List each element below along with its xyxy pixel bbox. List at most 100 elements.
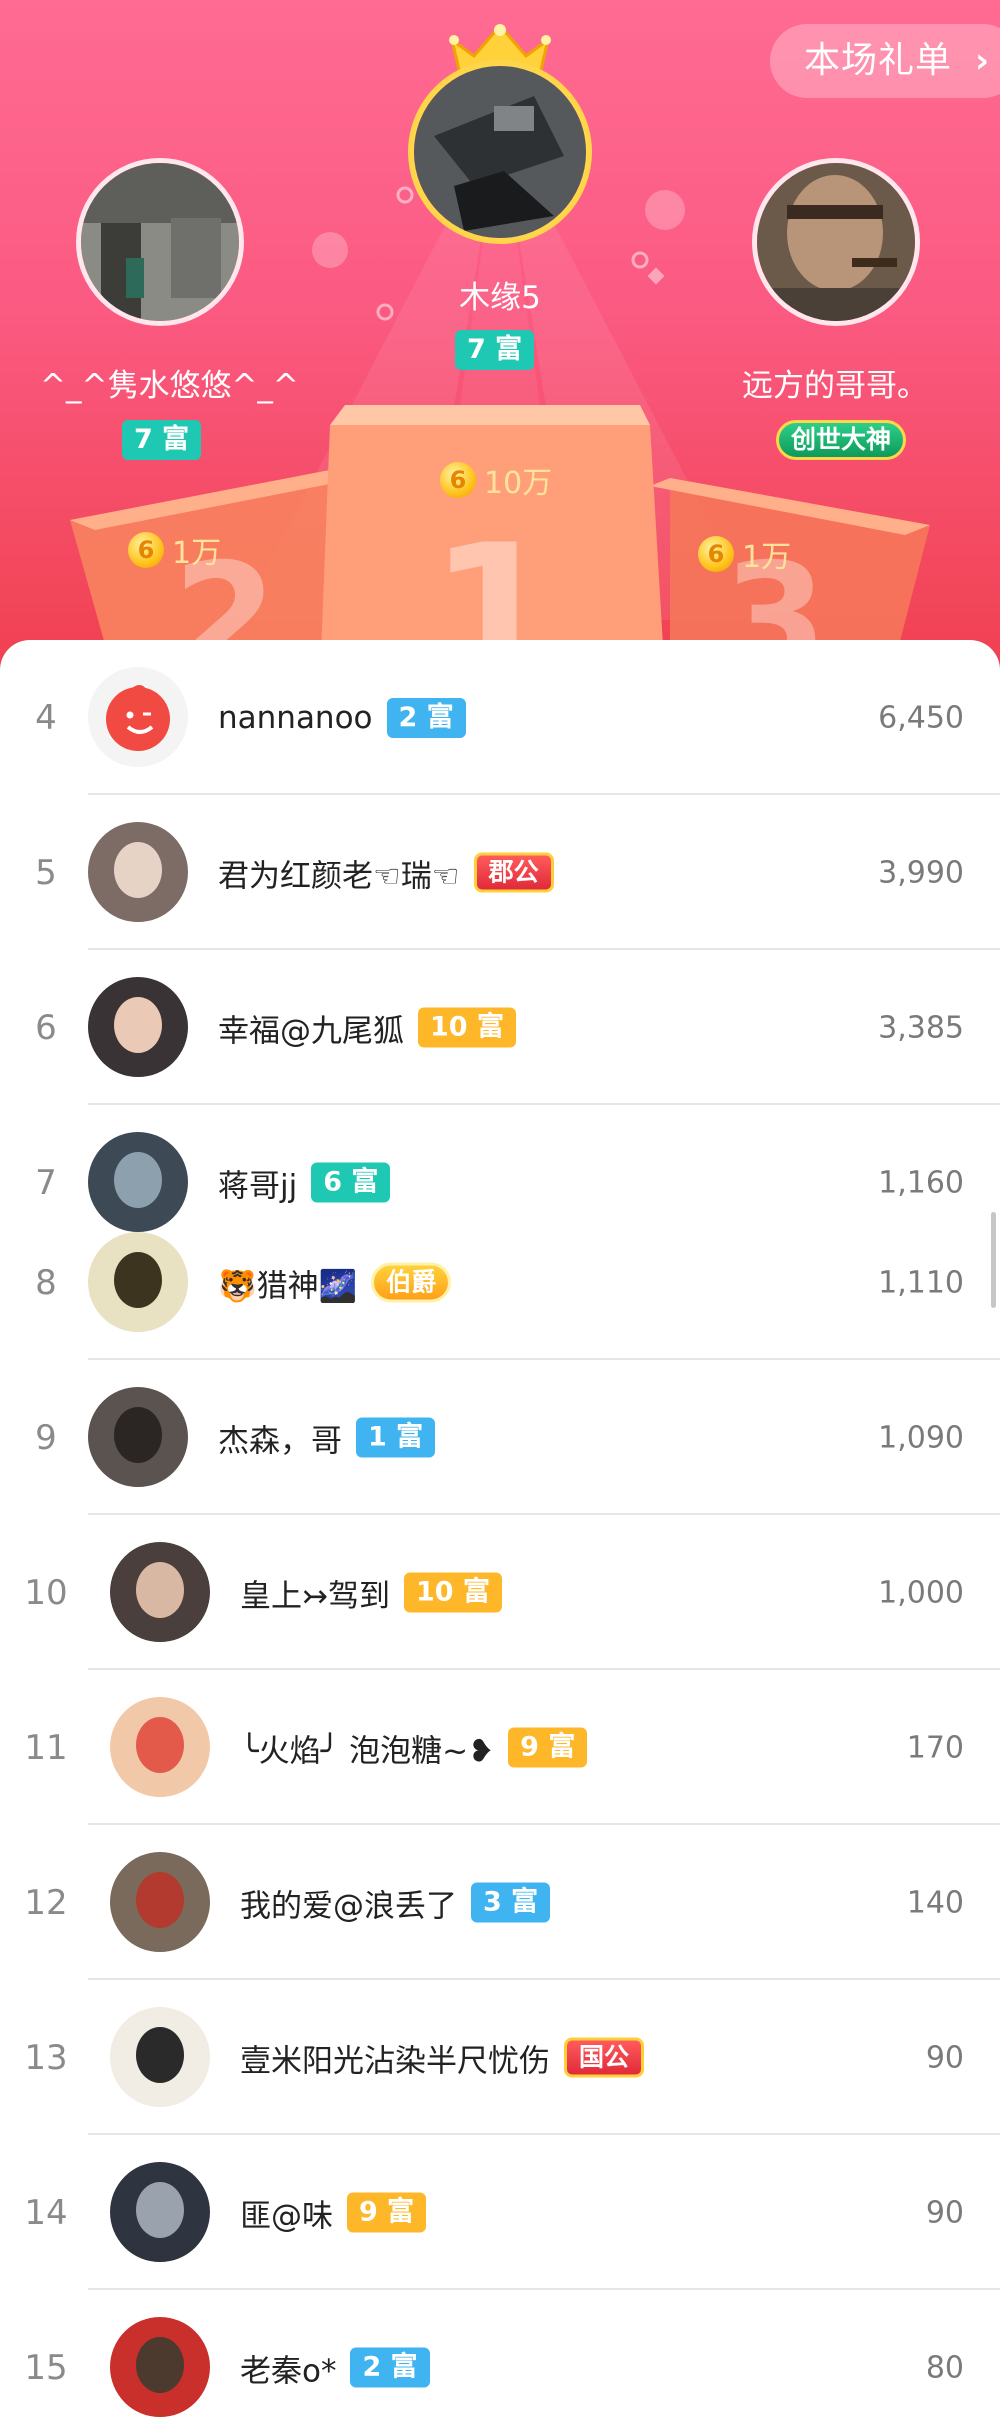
rank-number: 5 <box>35 852 57 893</box>
user-name: 壹米阳光沾染半尺忧伤 <box>240 2043 550 2079</box>
avatar-image <box>110 2317 210 2417</box>
user-avatar[interactable] <box>110 2162 210 2262</box>
leaderboard-row[interactable]: 6 幸福@九尾狐 10 富 3,385 <box>0 950 1000 1105</box>
leaderboard-row[interactable]: 13 壹米阳光沾染半尺忧伤 国公 90 <box>0 1980 1000 2135</box>
user-info: 匪@味 9 富 <box>240 2190 427 2235</box>
coin-icon: 6 <box>128 532 164 568</box>
avatar-image <box>110 1697 210 1797</box>
user-avatar[interactable] <box>88 977 188 1077</box>
second-place-avatar[interactable] <box>76 158 244 326</box>
user-name: 我的爱@浪丢了 <box>240 1888 457 1924</box>
first-place-amount: 6 10万 <box>440 458 552 502</box>
user-badge: 郡公 <box>473 852 554 893</box>
user-badge: 2 富 <box>386 697 466 738</box>
avatar-image <box>757 163 915 321</box>
user-score: 1,160 <box>878 1165 964 1200</box>
avatar-image <box>110 2162 210 2262</box>
third-place-badge-wrap: 创世大神 <box>776 420 907 460</box>
rank-number: 6 <box>35 1007 57 1048</box>
user-avatar[interactable] <box>110 2007 210 2107</box>
user-info: 幸福@九尾狐 10 富 <box>218 1005 516 1050</box>
user-badge: 2 富 <box>350 2347 430 2388</box>
user-info: 🐯猎神🌌 伯爵 <box>218 1260 452 1305</box>
rank-number: 13 <box>24 2037 68 2078</box>
leaderboard-row[interactable]: 5 君为红颜老☜瑞☜ 郡公 3,990 <box>0 795 1000 950</box>
user-info: 皇上↣驾到 10 富 <box>240 1570 502 1615</box>
leaderboard-row[interactable]: 15 老秦o* 2 富 80 <box>0 2290 1000 2424</box>
third-place-name: 远方的哥哥。 <box>742 368 928 404</box>
user-score: 1,000 <box>878 1575 964 1610</box>
user-avatar[interactable] <box>88 1232 188 1332</box>
third-place-avatar[interactable] <box>752 158 920 326</box>
avatar-image <box>110 1852 210 1952</box>
rank-number: 11 <box>24 1727 68 1768</box>
user-score: 90 <box>925 2040 964 2075</box>
podium-header: 2 1 3 本场礼单 › 木缘5 7 富 6 10万 ^_^隽水悠悠^_^ 7 … <box>0 0 1000 680</box>
user-avatar[interactable] <box>88 822 188 922</box>
leaderboard-row[interactable]: 9 杰森，哥 1 富 1,090 <box>0 1360 1000 1515</box>
leaderboard-row[interactable]: 10 皇上↣驾到 10 富 1,000 <box>0 1515 1000 1670</box>
user-info: ╰火焰╯ 泡泡糖~❥ 9 富 <box>240 1725 588 1770</box>
user-badge: 9 富 <box>508 1727 588 1768</box>
user-score: 3,385 <box>878 1010 964 1045</box>
user-score: 80 <box>925 2350 964 2385</box>
user-score: 3,990 <box>878 855 964 890</box>
avatar-image <box>88 1387 188 1487</box>
leaderboard-row[interactable]: 12 我的爱@浪丢了 3 富 140 <box>0 1825 1000 1980</box>
rank-number: 9 <box>35 1417 57 1458</box>
user-badge: 伯爵 <box>371 1262 452 1303</box>
leaderboard-row[interactable]: 14 匪@味 9 富 90 <box>0 2135 1000 2290</box>
user-badge: 9 富 <box>347 2192 427 2233</box>
rank-title-badge: 创世大神 <box>776 420 907 460</box>
avatar-image <box>88 822 188 922</box>
third-place-amount-value: 1万 <box>742 540 792 575</box>
user-name: 老秦o* <box>240 2353 337 2389</box>
user-name: ╰火焰╯ 泡泡糖~❥ <box>240 1733 495 1769</box>
leaderboard-row[interactable]: 4 nannanoo 2 富 6,450 <box>0 640 1000 795</box>
rank-number: 14 <box>24 2192 68 2233</box>
user-avatar[interactable] <box>110 1852 210 1952</box>
user-name: 杰森，哥 <box>218 1423 342 1459</box>
user-avatar[interactable] <box>110 1542 210 1642</box>
leaderboard-row[interactable]: 11 ╰火焰╯ 泡泡糖~❥ 9 富 170 <box>0 1670 1000 1825</box>
rank-number: 15 <box>24 2347 68 2388</box>
user-name: nannanoo <box>218 699 373 736</box>
user-name: 蒋哥jj <box>218 1168 298 1204</box>
leaderboard-list[interactable]: 4 nannanoo 2 富 6,450 5 君为红颜老☜瑞☜ 郡公 3,990 6 幸福@九尾狐… <box>0 640 1000 2424</box>
avatar-image <box>81 163 239 321</box>
user-info: 老秦o* 2 富 <box>240 2345 430 2390</box>
avatar-image <box>414 66 586 238</box>
rank-number: 12 <box>24 1882 68 1923</box>
user-avatar[interactable] <box>110 1697 210 1797</box>
user-avatar[interactable] <box>88 667 188 767</box>
coin-icon: 6 <box>440 462 476 498</box>
avatar-image <box>88 977 188 1077</box>
second-place-badge-wrap: 7 富 <box>122 420 202 460</box>
coin-icon: 6 <box>698 536 734 572</box>
user-avatar[interactable] <box>110 2317 210 2417</box>
user-badge: 6 富 <box>311 1162 391 1203</box>
user-score: 1,110 <box>878 1265 964 1300</box>
user-score: 170 <box>906 1730 964 1765</box>
leaderboard-row[interactable]: 8 🐯猎神🌌 伯爵 1,110 <box>0 1205 1000 1360</box>
smiley-icon <box>106 685 170 751</box>
user-name: 🐯猎神🌌 <box>218 1268 358 1304</box>
user-badge: 10 富 <box>403 1572 502 1613</box>
user-info: 壹米阳光沾染半尺忧伤 国公 <box>240 2035 645 2080</box>
rank-number: 10 <box>24 1572 68 1613</box>
first-place-avatar[interactable] <box>408 60 592 244</box>
avatar-image <box>110 2007 210 2107</box>
third-place-amount: 6 1万 <box>698 532 791 576</box>
avatar-image <box>110 1542 210 1642</box>
user-name: 皇上↣驾到 <box>240 1578 390 1614</box>
wealth-badge: 7 富 <box>455 330 535 370</box>
second-place-amount: 6 1万 <box>128 528 221 572</box>
user-avatar[interactable] <box>88 1387 188 1487</box>
gift-list-button[interactable]: 本场礼单 › <box>770 24 1000 98</box>
first-place-badge-wrap: 7 富 <box>455 330 535 370</box>
user-info: 杰森，哥 1 富 <box>218 1415 436 1460</box>
user-badge: 1 富 <box>356 1417 436 1458</box>
user-score: 90 <box>925 2195 964 2230</box>
user-badge: 3 富 <box>471 1882 551 1923</box>
scrollbar[interactable] <box>991 1212 996 1308</box>
